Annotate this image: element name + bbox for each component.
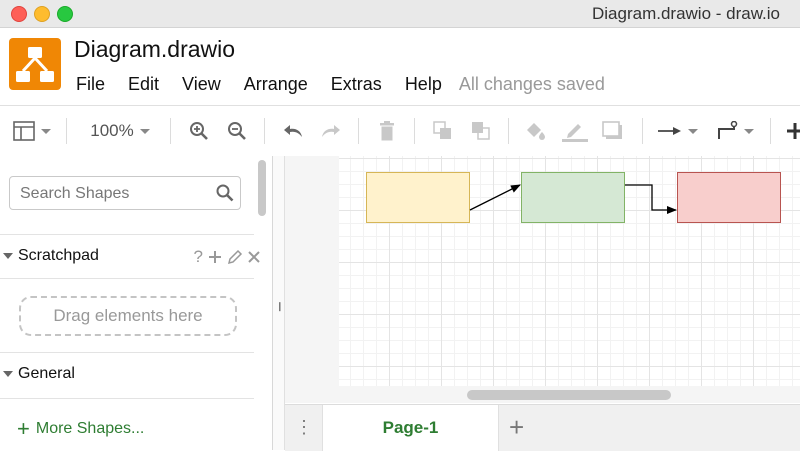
shapes-sidebar: Scratchpad ? Drag elements here General … <box>0 156 273 450</box>
sidebar-splitter[interactable]: ❙❙ <box>273 156 291 450</box>
search-input[interactable] <box>18 184 212 204</box>
scratchpad-actions: ? <box>194 247 260 267</box>
more-shapes-button[interactable]: + More Shapes... <box>17 416 145 441</box>
redo-button[interactable] <box>318 106 344 156</box>
save-status[interactable]: All changes saved <box>459 74 605 95</box>
insert-button[interactable] <box>784 106 800 156</box>
add-page-icon[interactable]: + <box>509 414 524 440</box>
format-panel-icon <box>13 121 35 141</box>
search-box <box>9 176 241 210</box>
help-icon[interactable]: ? <box>194 247 203 267</box>
format-panel-button[interactable] <box>8 106 56 156</box>
zoom-in-button[interactable] <box>186 106 212 156</box>
chevron-down-icon <box>744 128 754 134</box>
menu-file[interactable]: File <box>76 74 105 95</box>
close-window-button[interactable] <box>11 6 27 22</box>
waypoints-icon <box>718 121 738 139</box>
connectors <box>469 184 677 214</box>
straight-arrow[interactable] <box>469 184 521 211</box>
page-tab-bar: ⋮ Page-1 + <box>285 404 800 451</box>
delete-button[interactable] <box>374 106 400 156</box>
chevron-down-icon <box>41 128 51 134</box>
toolbar-divider <box>770 118 771 144</box>
toolbar-divider <box>66 118 67 144</box>
undo-icon <box>284 125 302 137</box>
connection-icon <box>658 127 681 135</box>
app-header: Diagram.drawio File Edit View Arrange Ex… <box>0 28 800 105</box>
menubar: File Edit View Arrange Extras Help All c… <box>76 73 605 95</box>
shadow-icon <box>602 121 622 139</box>
toolbar-divider <box>358 118 359 144</box>
file-title[interactable]: Diagram.drawio <box>74 36 235 63</box>
divider <box>0 278 254 279</box>
zoom-level: 100% <box>90 121 134 140</box>
edit-pencil-icon[interactable] <box>227 249 243 265</box>
minimize-window-button[interactable] <box>34 6 50 22</box>
general-header[interactable]: General <box>0 352 254 396</box>
toolbar: 100% <box>0 105 800 157</box>
scratchpad-label: Scratchpad <box>18 247 99 264</box>
to-front-icon <box>433 121 451 139</box>
add-icon[interactable] <box>208 250 222 264</box>
zoom-window-button[interactable] <box>57 6 73 22</box>
scratchpad-drop-zone[interactable]: Drag elements here <box>19 296 237 336</box>
toolbar-divider <box>642 118 643 144</box>
undo-button[interactable] <box>280 106 306 156</box>
drawio-logo-icon <box>9 38 61 90</box>
zoom-out-icon <box>228 122 246 140</box>
menu-view[interactable]: View <box>182 74 221 95</box>
divider <box>0 398 254 399</box>
zoom-in-icon <box>190 122 208 140</box>
window-titlebar: Diagram.drawio - draw.io <box>0 0 800 28</box>
orthogonal-arrow[interactable] <box>625 184 677 214</box>
expand-arrow-icon <box>3 371 13 377</box>
fill-color-icon <box>527 123 545 140</box>
toolbar-divider <box>264 118 265 144</box>
to-back-button[interactable] <box>468 106 494 156</box>
toolbar-divider <box>508 118 509 144</box>
menu-extras[interactable]: Extras <box>331 74 382 95</box>
window-title: Diagram.drawio - draw.io <box>591 4 780 23</box>
general-label: General <box>18 365 75 382</box>
delete-icon <box>380 121 394 141</box>
plus-icon: + <box>17 416 30 441</box>
menu-edit[interactable]: Edit <box>128 74 159 95</box>
chevron-down-icon <box>688 128 698 134</box>
tab-page-1[interactable]: Page-1 <box>322 405 499 451</box>
line-color-button[interactable] <box>560 106 590 156</box>
connection-style-button[interactable] <box>655 106 701 156</box>
chevron-down-icon <box>139 128 150 134</box>
zoom-out-button[interactable] <box>224 106 250 156</box>
to-back-icon <box>472 122 490 140</box>
menu-arrange[interactable]: Arrange <box>244 74 308 95</box>
horizontal-scrollbar[interactable] <box>467 390 671 400</box>
redo-icon <box>322 125 340 137</box>
more-shapes-label: More Shapes... <box>35 420 145 437</box>
toolbar-divider <box>170 118 171 144</box>
sidebar-scrollbar[interactable] <box>258 160 266 216</box>
fill-color-button[interactable] <box>522 106 548 156</box>
shadow-button[interactable] <box>600 106 626 156</box>
close-icon[interactable] <box>248 251 260 263</box>
expand-arrow-icon <box>3 253 13 259</box>
line-color-icon <box>562 124 588 142</box>
search-icon[interactable] <box>216 184 234 207</box>
menu-help[interactable]: Help <box>405 74 442 95</box>
toolbar-divider <box>414 118 415 144</box>
zoom-dropdown[interactable]: 100% <box>80 106 160 156</box>
pages-menu-icon[interactable]: ⋮ <box>295 417 313 438</box>
diagram-canvas[interactable] <box>285 156 800 403</box>
waypoints-button[interactable] <box>712 106 758 156</box>
to-front-button[interactable] <box>430 106 456 156</box>
insert-icon <box>787 123 800 139</box>
drawing-page[interactable] <box>339 156 800 386</box>
